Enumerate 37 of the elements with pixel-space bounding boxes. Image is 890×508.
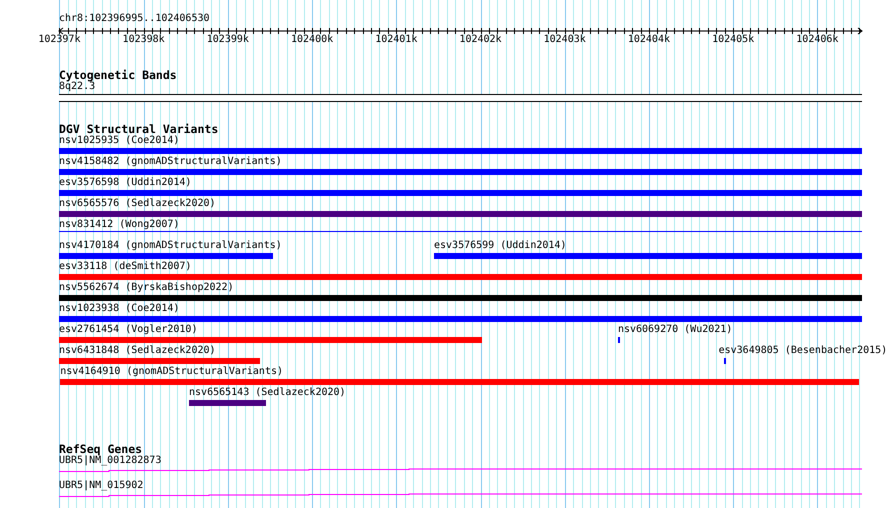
variant-label: nsv6565143 (Sedlazeck2020)	[189, 387, 346, 399]
location-label: chr8:102396995..102406530	[59, 13, 210, 25]
ruler-tick-label: 102402k	[459, 34, 502, 46]
variant-label: nsv831412 (Wong2007)	[59, 219, 180, 231]
variant-label: esv2761454 (Vogler2010)	[59, 324, 198, 336]
ruler-tick-label: 102404k	[628, 34, 670, 46]
track-title: Cytogenetic Bands	[59, 69, 177, 81]
ruler-tick-label: 102406k	[796, 34, 838, 46]
ruler-tick-label: 102403k	[544, 34, 586, 46]
variant-label: nsv4170184 (gnomADStructuralVariants)	[59, 240, 282, 252]
variant-label: esv33118 (deSmith2007)	[59, 261, 192, 273]
ruler-tick-label: 102401k	[375, 34, 418, 46]
variant-label: esv3649805 (Besenbacher2015)	[718, 345, 888, 357]
ruler-tick-label: 102405k	[712, 34, 754, 46]
variant-label: esv3576598 (Uddin2014)	[59, 177, 192, 189]
transcript-line[interactable]	[59, 492, 862, 498]
variant-label: nsv1025935 (Coe2014)	[59, 135, 180, 147]
variant-label: nsv4158482 (gnomADStructuralVariants)	[59, 156, 282, 168]
variant-label: nsv6069270 (Wu2021)	[618, 324, 732, 336]
band-label: 8q22.3	[59, 81, 96, 93]
ruler-tick-label: 102399k	[206, 34, 249, 46]
variant-bar[interactable]	[618, 337, 620, 343]
variant-label: nsv5562674 (ByrskaBishop2022)	[59, 282, 234, 294]
variant-label: nsv6431848 (Sedlazeck2020)	[59, 345, 216, 357]
track-title: DGV Structural Variants	[59, 123, 218, 135]
variant-label: nsv6565576 (Sedlazeck2020)	[59, 198, 216, 210]
transcript-line[interactable]	[59, 467, 862, 473]
transcript-label: UBR5|NM_001282873	[59, 455, 162, 467]
track-title: RefSeq Genes	[59, 443, 142, 455]
variant-label: nsv4164910 (gnomADStructuralVariants)	[60, 366, 284, 378]
ruler-tick-label: 102400k	[290, 34, 334, 46]
ruler-tick-label: 102397k	[38, 34, 80, 46]
variant-label: esv3576599 (Uddin2014)	[434, 240, 566, 252]
variant-label: nsv1023938 (Coe2014)	[59, 303, 180, 315]
ruler-tick-label: 102398k	[122, 34, 165, 46]
variant-bar[interactable]	[724, 358, 726, 364]
transcript-label: UBR5|NM_015902	[59, 480, 144, 492]
